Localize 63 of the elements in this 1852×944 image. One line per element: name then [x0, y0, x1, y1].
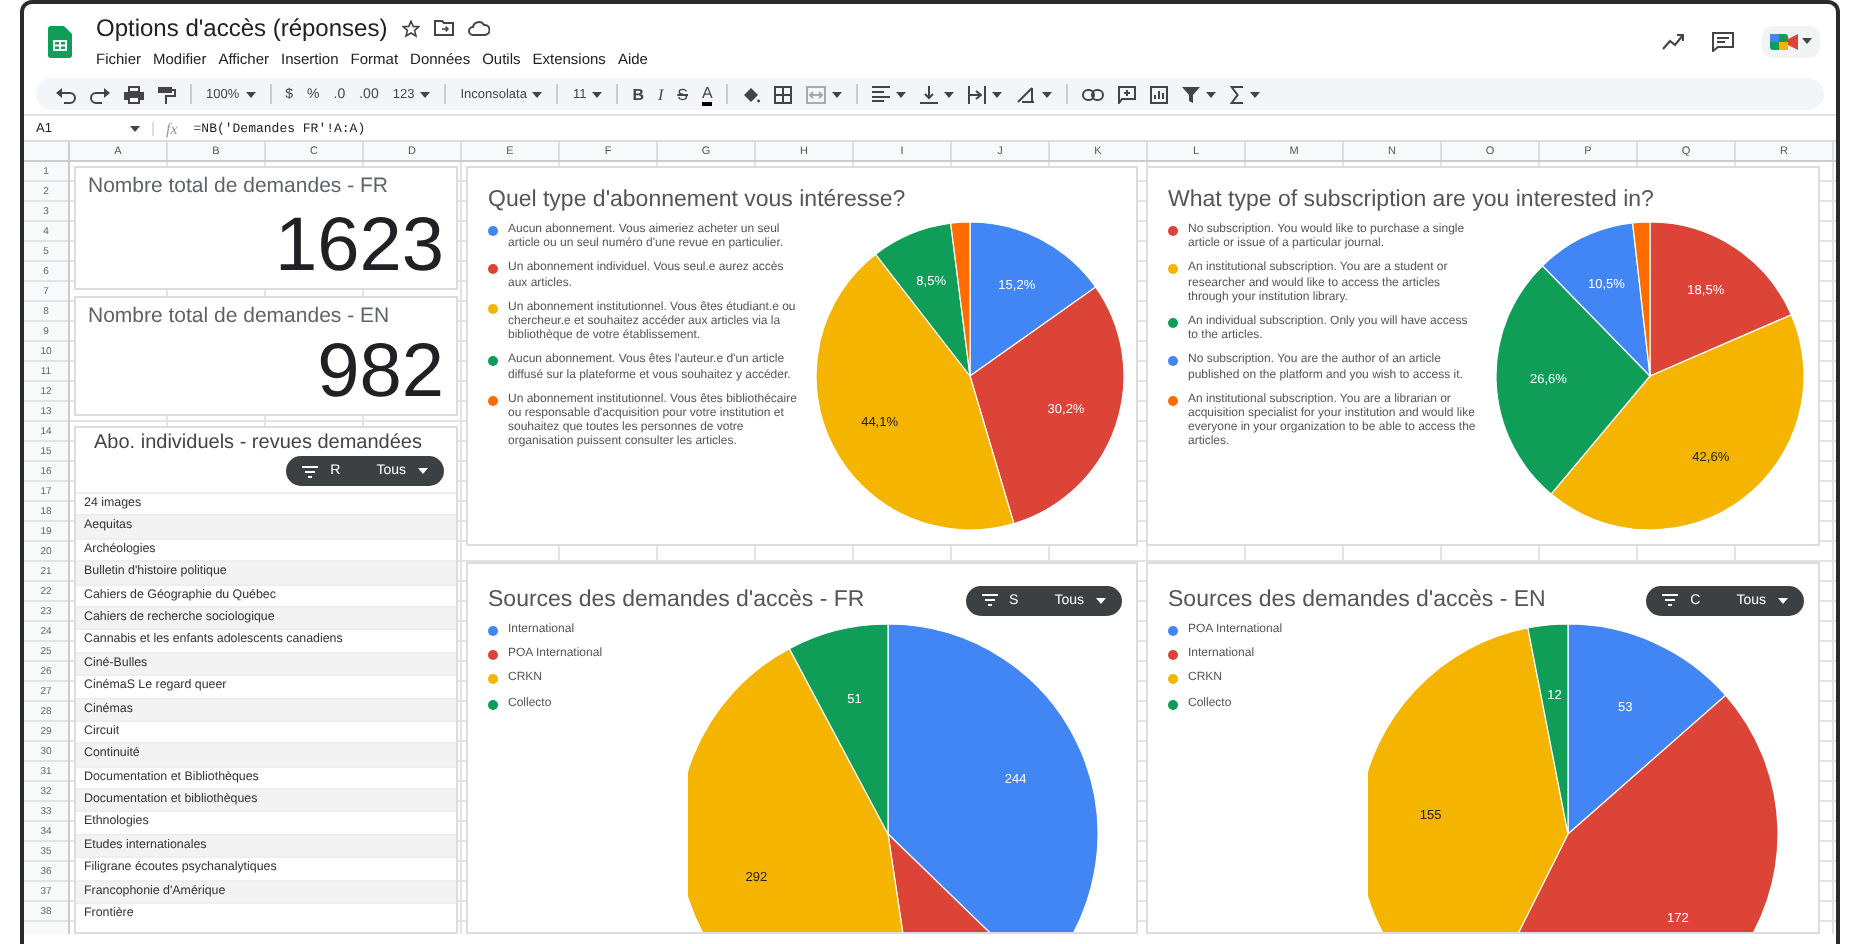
caret-icon [418, 468, 428, 474]
caret-icon [532, 91, 543, 97]
caret-icon [1250, 91, 1261, 97]
star-icon[interactable] [401, 19, 420, 37]
dropdown[interactable] [968, 80, 1003, 108]
folder-icon[interactable] [433, 20, 454, 36]
text-wrap-icon[interactable] [968, 85, 987, 103]
scorecard-value: 1623 [272, 208, 444, 284]
filter-icon [1662, 594, 1679, 606]
scorecard-value: 982 [315, 334, 444, 410]
toolbar-button[interactable]: S [677, 80, 688, 108]
dropdown[interactable] [872, 80, 907, 108]
filter-icon [302, 465, 319, 477]
paint-roller-icon[interactable] [158, 85, 176, 103]
align-left-icon[interactable] [872, 86, 891, 102]
trend-chart-icon[interactable] [1662, 33, 1684, 49]
insert-chart-icon[interactable] [1150, 85, 1169, 103]
filter-icon [981, 594, 998, 606]
scorecard-title: Nombre total de demandes - FR [88, 174, 390, 198]
scorecard-title: Nombre total de demandes - EN [88, 304, 392, 328]
caret-icon [1778, 597, 1788, 603]
chart-title: Sources des demandes d'accès - FR [488, 588, 865, 612]
link-icon[interactable] [1082, 87, 1105, 101]
caret-icon [592, 91, 603, 97]
caret-icon [1206, 91, 1217, 97]
borders-icon[interactable] [774, 85, 793, 103]
toolbar-button[interactable]: B [632, 80, 644, 108]
toolbar-button[interactable]: I [657, 80, 664, 108]
chart-title: Quel type d'abonnement vous intéresse? [488, 188, 906, 212]
panel-title: Abo. individuels - revues demandées [92, 430, 424, 454]
caret-icon [896, 91, 907, 97]
merge-cells-icon[interactable] [806, 85, 827, 103]
sigma-icon[interactable] [1230, 85, 1245, 103]
caret-icon [1802, 38, 1812, 44]
cloud-icon[interactable] [467, 20, 490, 36]
video-camera-icon [1770, 31, 1798, 51]
text-rotation-icon[interactable] [1016, 85, 1037, 103]
document-title[interactable]: Options d'accès (réponses) [96, 14, 388, 42]
caret-icon [245, 91, 256, 97]
caret-icon [832, 91, 843, 97]
caret-icon [992, 91, 1003, 97]
fill-bucket-icon[interactable] [742, 85, 761, 103]
print-icon[interactable] [124, 85, 144, 103]
video-call-button[interactable] [1762, 25, 1820, 57]
caret-icon [944, 91, 955, 97]
caret-icon [130, 125, 140, 131]
caret-icon [1042, 91, 1053, 97]
undo-icon[interactable] [56, 85, 76, 103]
redo-icon[interactable] [90, 85, 110, 103]
comment-icon[interactable] [1712, 31, 1734, 51]
chart-title: What type of subscription are you interested in? [1168, 188, 1654, 212]
function-label: fx [164, 119, 180, 137]
align-bottom-icon[interactable] [920, 85, 939, 103]
spreadsheet-icon [48, 25, 72, 57]
dropdown[interactable] [920, 80, 955, 108]
caret-icon [420, 91, 431, 97]
chart-title: Sources des demandes d'accès - EN [1168, 588, 1546, 612]
add-comment-icon[interactable] [1118, 85, 1137, 103]
toolbar-button[interactable]: A [702, 82, 713, 106]
caret-icon [1096, 597, 1106, 603]
filter-icon[interactable] [1182, 85, 1201, 103]
dropdown[interactable] [806, 80, 843, 108]
dropdown[interactable] [1230, 80, 1261, 108]
